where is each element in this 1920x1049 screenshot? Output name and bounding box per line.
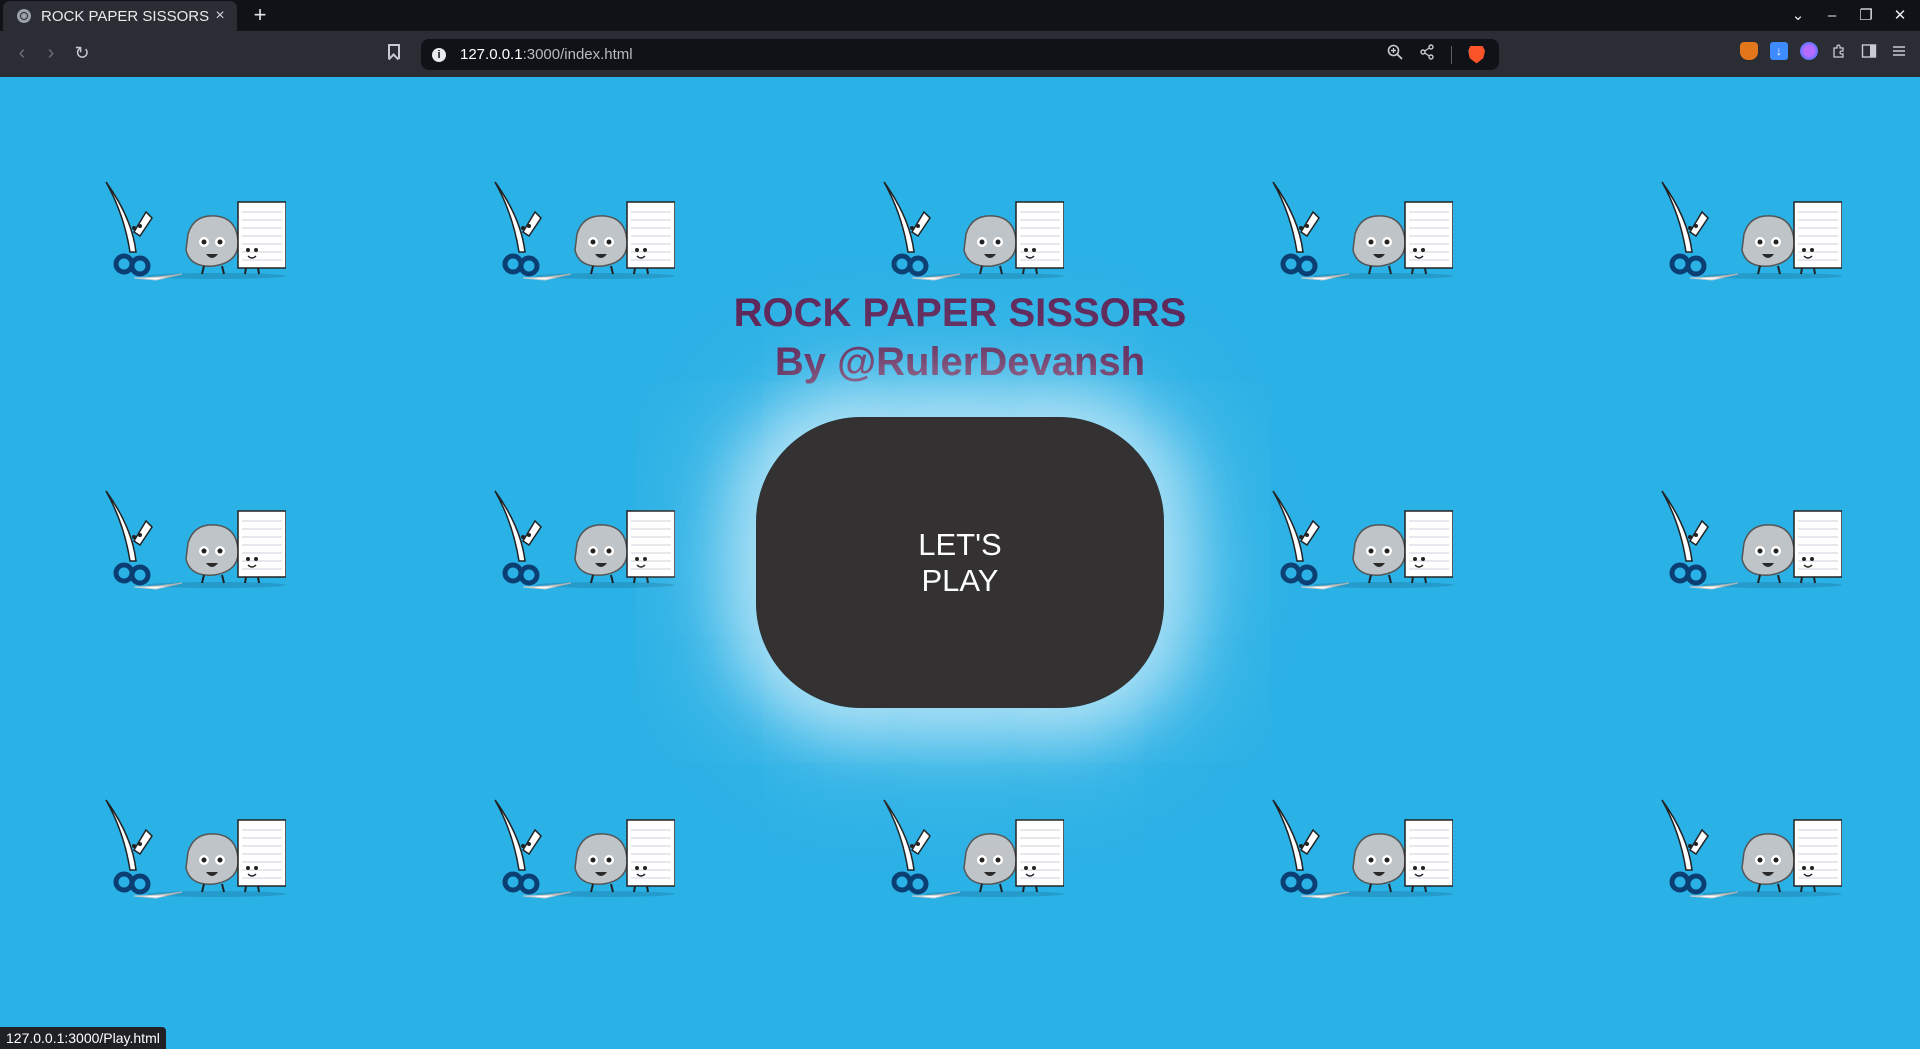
status-bar-url: 127.0.0.1:3000/Play.html xyxy=(0,1027,166,1049)
reload-icon[interactable]: ↻ xyxy=(70,41,94,65)
lets-play-button[interactable]: LET'S PLAY xyxy=(756,417,1164,708)
globe-icon xyxy=(17,9,31,23)
rps-characters-icon xyxy=(485,174,675,284)
url-path: :3000/index.html xyxy=(522,46,633,63)
share-icon[interactable] xyxy=(1419,44,1435,65)
rps-characters-icon xyxy=(485,792,675,902)
back-icon[interactable]: ‹ xyxy=(10,41,34,65)
address-bar-divider xyxy=(1451,45,1452,64)
rps-characters-icon xyxy=(485,483,675,593)
forward-icon[interactable]: › xyxy=(39,41,63,65)
rps-characters-icon xyxy=(96,792,286,902)
extensions-puzzle-icon[interactable] xyxy=(1830,42,1848,60)
site-info-icon[interactable]: i xyxy=(432,47,446,62)
minimize-icon[interactable]: – xyxy=(1822,5,1842,25)
rps-characters-icon xyxy=(1263,483,1453,593)
browser-window: ROCK PAPER SISSORS × + ⌄ – ❐ ✕ ‹ › ↻ i 1… xyxy=(0,0,1920,1049)
tab-close-icon[interactable]: × xyxy=(211,7,229,25)
rps-characters-icon xyxy=(1652,174,1842,284)
sidebar-icon[interactable] xyxy=(1860,42,1878,60)
page-title-line1: ROCK PAPER SISSORS xyxy=(733,291,1187,335)
extension-icons: ↓ xyxy=(1740,42,1908,60)
rps-characters-icon xyxy=(874,792,1064,902)
browser-toolbar: ‹ › ↻ i 127.0.0.1:3000/index.html ↓ xyxy=(0,31,1920,77)
rps-characters-icon xyxy=(96,174,286,284)
brain-extension-icon[interactable] xyxy=(1800,42,1818,60)
page-title: ROCK PAPER SISSORS By @RulerDevansh xyxy=(560,289,1360,387)
url-host: 127.0.0.1 xyxy=(460,46,523,63)
restore-icon[interactable]: ❐ xyxy=(1856,5,1876,25)
metamask-extension-icon[interactable] xyxy=(1740,42,1758,60)
tab-active[interactable]: ROCK PAPER SISSORS × xyxy=(3,1,237,31)
rps-characters-icon xyxy=(1652,792,1842,902)
page-content: ROCK PAPER SISSORS By @RulerDevansh LET'… xyxy=(0,77,1920,1049)
rps-characters-icon xyxy=(96,483,286,593)
brave-shields-icon[interactable] xyxy=(1468,45,1485,64)
bookmark-icon[interactable] xyxy=(388,44,400,59)
rps-characters-icon xyxy=(1263,174,1453,284)
rps-characters-icon xyxy=(1652,483,1842,593)
address-bar[interactable]: i 127.0.0.1:3000/index.html xyxy=(421,39,1499,70)
close-window-icon[interactable]: ✕ xyxy=(1890,5,1910,25)
address-bar-actions xyxy=(1387,44,1485,65)
new-tab-button[interactable]: + xyxy=(248,2,272,27)
tab-list-icon[interactable]: ⌄ xyxy=(1788,5,1808,25)
rps-characters-icon xyxy=(874,174,1064,284)
menu-icon[interactable] xyxy=(1890,42,1908,60)
rps-characters-icon xyxy=(1263,792,1453,902)
download-extension-icon[interactable]: ↓ xyxy=(1770,42,1788,60)
tab-strip: ROCK PAPER SISSORS × + ⌄ – ❐ ✕ xyxy=(0,0,1920,31)
tab-title: ROCK PAPER SISSORS xyxy=(41,7,210,25)
zoom-icon[interactable] xyxy=(1387,44,1403,65)
page-title-line2: By @RulerDevansh xyxy=(774,340,1146,384)
window-controls: ⌄ – ❐ ✕ xyxy=(1788,3,1910,27)
